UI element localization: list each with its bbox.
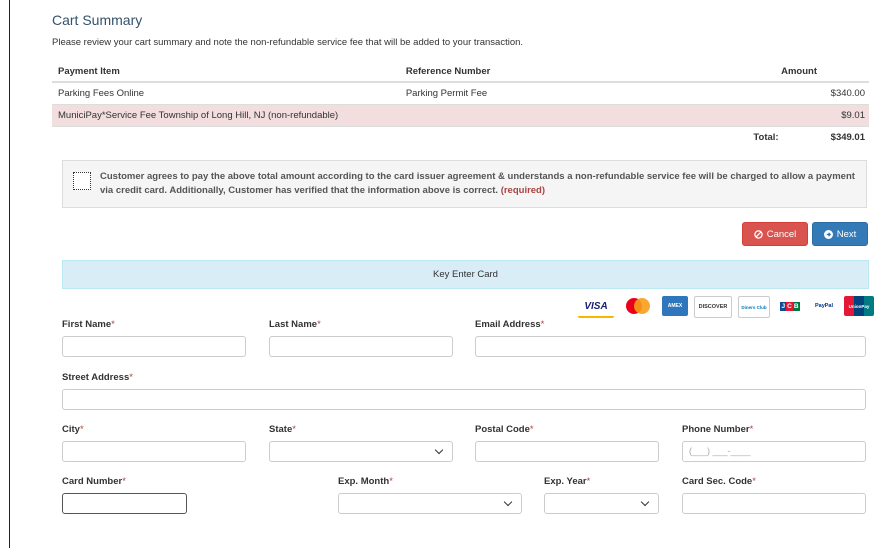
last-name-input[interactable] [269, 336, 453, 357]
paypal-logo: PayPal [810, 296, 838, 316]
row-amount: $9.01 [677, 104, 869, 127]
visa-logo: VISA [578, 296, 614, 318]
street-address-input[interactable] [62, 389, 866, 410]
state-label: State* [269, 424, 296, 435]
required-note: (required) [500, 185, 546, 196]
cart-table: Payment Item Reference Number Amount Par… [52, 61, 869, 148]
exp-year-label: Exp. Year* [544, 476, 591, 487]
row-ref [399, 104, 678, 127]
cart-summary-title: Cart Summary [52, 12, 143, 28]
cart-summary-subtitle: Please review your cart summary and note… [52, 37, 524, 48]
first-name-label: First Name* [62, 319, 115, 330]
total-label: Total: [677, 126, 801, 148]
street-address-label: Street Address* [62, 372, 133, 383]
jcb-logo: JCB [780, 301, 800, 311]
row-amount: $340.00 [677, 81, 869, 105]
arrow-circle-right-icon [823, 229, 833, 239]
diners-text: Diners Club [741, 304, 767, 310]
cart-table-header: Payment Item Reference Number Amount [52, 61, 869, 83]
diners-logo: Diners Club [738, 296, 770, 318]
first-name-input[interactable] [62, 336, 246, 357]
card-sec-code-label: Card Sec. Code* [682, 476, 756, 487]
unionpay-text: UnionPay [848, 303, 870, 309]
state-select[interactable] [269, 441, 453, 462]
col-amount: Amount [677, 61, 869, 83]
phone-number-label: Phone Number* [682, 424, 754, 435]
agreement-statement: Customer agrees to pay the above total a… [100, 171, 855, 196]
email-label: Email Address* [475, 319, 545, 330]
next-button[interactable]: Next [812, 222, 868, 246]
agreement-box: Customer agrees to pay the above total a… [62, 160, 867, 208]
unionpay-logo: UnionPay [844, 296, 874, 316]
row-ref: Parking Permit Fee [399, 81, 678, 105]
row-item: Parking Fees Online [52, 81, 400, 105]
table-row-fee: MuniciPay*Service Fee Township of Long H… [52, 104, 869, 127]
phone-placeholder: (___) ___-____ [689, 446, 751, 456]
total-value: $349.01 [800, 126, 869, 148]
discover-logo: DISCOVER [694, 296, 732, 318]
exp-month-label: Exp. Month* [338, 476, 393, 487]
col-reference-number: Reference Number [399, 61, 678, 83]
exp-year-select[interactable] [544, 493, 659, 514]
postal-code-input[interactable] [475, 441, 659, 462]
next-label: Next [836, 228, 857, 240]
key-enter-card-bar: Key Enter Card [62, 260, 869, 289]
card-logos: VISA AMEX DISCOVER Diners Club JCB PayPa… [578, 296, 874, 318]
amex-text: AMEX [667, 303, 683, 309]
cancel-button[interactable]: Cancel [742, 222, 808, 246]
agreement-checkbox[interactable] [73, 172, 91, 190]
city-label: City* [62, 424, 84, 435]
row-item: MuniciPay*Service Fee Township of Long H… [52, 104, 400, 127]
ban-icon [753, 229, 763, 239]
last-name-label: Last Name* [269, 319, 321, 330]
mastercard-logo [620, 296, 656, 316]
agreement-text: Customer agrees to pay the above total a… [100, 170, 856, 198]
card-number-input[interactable] [62, 493, 187, 514]
total-row: Total: $349.01 [52, 126, 869, 148]
city-input[interactable] [62, 441, 246, 462]
table-row: Parking Fees Online Parking Permit Fee $… [52, 81, 869, 105]
phone-number-input[interactable]: (___) ___-____ [682, 441, 866, 462]
postal-code-label: Postal Code* [475, 424, 534, 435]
col-payment-item: Payment Item [52, 61, 400, 83]
exp-month-select[interactable] [338, 493, 522, 514]
discover-text: DISCOVER [698, 304, 728, 310]
amex-logo: AMEX [662, 296, 688, 316]
cancel-label: Cancel [766, 228, 797, 240]
email-input[interactable] [475, 336, 866, 357]
card-sec-code-input[interactable] [682, 493, 866, 514]
visa-text: VISA [584, 300, 608, 312]
card-number-label: Card Number* [62, 476, 126, 487]
paypal-text: PayPal [814, 303, 834, 309]
